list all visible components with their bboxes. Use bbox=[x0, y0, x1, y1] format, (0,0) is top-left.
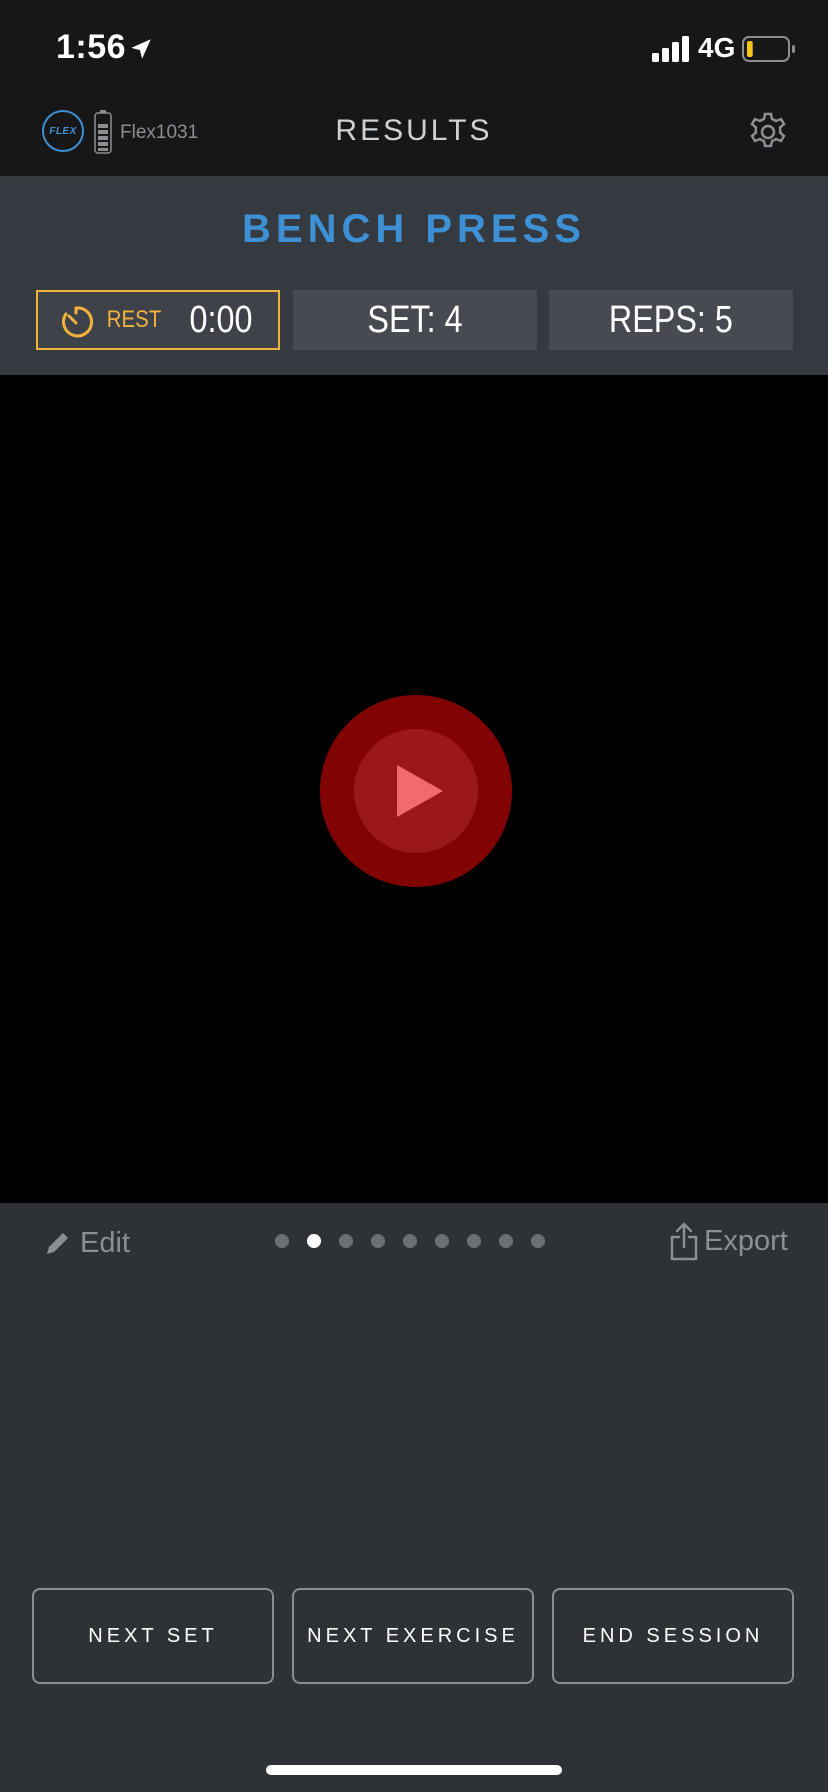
page-indicator[interactable] bbox=[275, 1233, 563, 1249]
controls-row: Edit Export bbox=[0, 1203, 828, 1279]
battery-low-icon bbox=[742, 36, 795, 62]
rest-timer[interactable]: REST 0:00 bbox=[36, 290, 280, 350]
video-player[interactable] bbox=[0, 375, 828, 1203]
page-dot[interactable] bbox=[435, 1234, 449, 1248]
rest-label: REST bbox=[106, 306, 162, 333]
play-icon bbox=[397, 765, 443, 817]
edit-label: Edit bbox=[80, 1226, 130, 1259]
edit-button[interactable]: Edit bbox=[44, 1223, 130, 1263]
exercise-title: BENCH PRESS bbox=[242, 207, 586, 251]
location-arrow-icon bbox=[131, 39, 151, 59]
set-label: SET: 4 bbox=[367, 298, 463, 341]
page-title: RESULTS bbox=[335, 114, 493, 147]
gear-icon[interactable] bbox=[746, 110, 790, 154]
page-dot[interactable] bbox=[371, 1234, 385, 1248]
play-button-inner bbox=[354, 729, 478, 853]
share-icon bbox=[670, 1222, 698, 1261]
play-button[interactable] bbox=[320, 695, 512, 887]
app-header: FLEX Flex1031 RESULTS bbox=[0, 100, 828, 177]
page-dot[interactable] bbox=[307, 1234, 321, 1248]
page-dot[interactable] bbox=[531, 1234, 545, 1248]
next-set-button[interactable]: NEXT SET bbox=[32, 1588, 274, 1684]
export-label: Export bbox=[704, 1224, 788, 1257]
stopwatch-icon bbox=[62, 306, 94, 338]
reps-label: REPS: 5 bbox=[609, 298, 733, 341]
reps-counter[interactable]: REPS: 5 bbox=[549, 290, 793, 350]
export-button[interactable]: Export bbox=[668, 1219, 788, 1263]
end-session-button[interactable]: END SESSION bbox=[552, 1588, 794, 1684]
pencil-icon bbox=[47, 1233, 68, 1254]
status-time: 1:56 bbox=[56, 28, 127, 66]
next-exercise-button[interactable]: NEXT EXERCISE bbox=[292, 1588, 534, 1684]
status-bar: 1:56 4G bbox=[0, 0, 828, 100]
cellular-signal-icon bbox=[652, 36, 689, 62]
page-dot[interactable] bbox=[275, 1234, 289, 1248]
page-dot[interactable] bbox=[339, 1234, 353, 1248]
home-indicator[interactable] bbox=[266, 1765, 562, 1775]
page-dot[interactable] bbox=[403, 1234, 417, 1248]
exercise-panel: BENCH PRESS REST 0:00 SET: 4 REPS: 5 bbox=[0, 177, 828, 375]
set-counter[interactable]: SET: 4 bbox=[293, 290, 537, 350]
rest-value: 0:00 bbox=[189, 298, 253, 341]
page-dot[interactable] bbox=[467, 1234, 481, 1248]
page-dot[interactable] bbox=[499, 1234, 513, 1248]
network-type: 4G bbox=[698, 32, 736, 63]
